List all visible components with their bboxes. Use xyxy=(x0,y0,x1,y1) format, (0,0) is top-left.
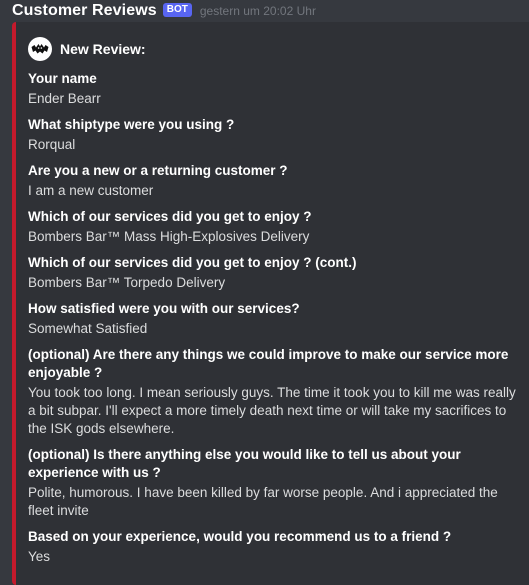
embed-author-name: New Review: xyxy=(60,41,146,57)
embed-field: Which of our services did you get to enj… xyxy=(28,208,517,246)
field-value: Polite, humorous. I have been killed by … xyxy=(28,485,498,518)
author-name[interactable]: Customer Reviews xyxy=(12,2,157,20)
embed-field: (optional) Are there any things we could… xyxy=(28,346,517,438)
embed-field: Are you a new or a returning customer ? … xyxy=(28,162,517,200)
message-timestamp[interactable]: gestern um 20:02 Uhr xyxy=(200,4,316,18)
bat-logo-icon xyxy=(28,37,52,61)
field-name: Based on your experience, would you reco… xyxy=(28,529,452,544)
embed-field: Your name Ender Bearr xyxy=(28,70,517,108)
review-embed: New Review: Your name Ender Bearr What s… xyxy=(12,22,529,585)
field-value: Ender Bearr xyxy=(28,91,101,106)
field-value: You took too long. I mean seriously guys… xyxy=(28,385,516,436)
field-value: I am a new customer xyxy=(28,183,154,198)
embed-field: (optional) Is there anything else you wo… xyxy=(28,446,517,520)
embed-field: What shiptype were you using ? Rorqual xyxy=(28,116,517,154)
embed-field: Based on your experience, would you reco… xyxy=(28,528,517,566)
embed-field: How satisfied were you with our services… xyxy=(28,300,517,338)
field-name: Are you a new or a returning customer ? xyxy=(28,163,288,178)
field-name: Which of our services did you get to enj… xyxy=(28,209,312,224)
field-name: Which of our services did you get to enj… xyxy=(28,255,357,270)
embed-author: New Review: xyxy=(28,36,517,62)
field-value: Bombers Bar™ Mass High-Explosives Delive… xyxy=(28,229,310,244)
bot-tag: BOT xyxy=(162,3,192,17)
field-name: How satisfied were you with our services… xyxy=(28,301,300,316)
message-header: Customer Reviews BOT gestern um 20:02 Uh… xyxy=(12,0,529,22)
bot-message: Customer Reviews BOT gestern um 20:02 Uh… xyxy=(0,0,529,585)
field-name: (optional) Is there anything else you wo… xyxy=(28,447,461,480)
embed-field: Which of our services did you get to enj… xyxy=(28,254,517,292)
field-name: (optional) Are there any things we could… xyxy=(28,347,509,380)
field-value: Bombers Bar™ Torpedo Delivery xyxy=(28,275,226,290)
field-value: Somewhat Satisfied xyxy=(28,321,148,336)
field-value: Yes xyxy=(28,549,51,564)
field-name: What shiptype were you using ? xyxy=(28,117,235,132)
field-value: Rorqual xyxy=(28,137,76,152)
field-name: Your name xyxy=(28,71,97,86)
